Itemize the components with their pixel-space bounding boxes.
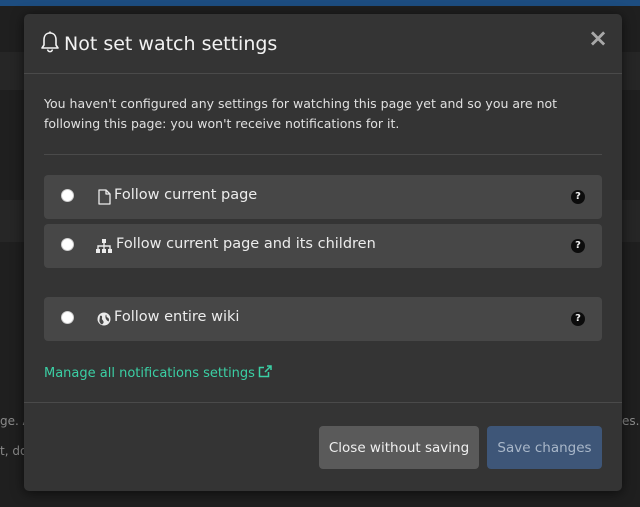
background-text: es. [622, 414, 640, 428]
manage-notifications-link[interactable]: Manage all notifications settings [44, 364, 272, 382]
close-without-saving-button[interactable]: Close without saving [319, 426, 479, 469]
modal-title-text: Not set watch settings [64, 33, 278, 55]
manage-link-label: Manage all notifications settings [44, 365, 255, 381]
modal-description: You haven't configured any settings for … [44, 96, 558, 131]
radio-follow-entire-wiki[interactable] [61, 311, 74, 324]
file-icon [96, 189, 112, 205]
bell-icon [40, 31, 60, 58]
option-follow-page-and-children[interactable]: Follow current page and its children ? [44, 224, 602, 268]
background-top-bar [0, 0, 640, 6]
external-link-icon [258, 364, 272, 382]
globe-icon [96, 311, 112, 327]
option-label: Follow current page and its children [116, 236, 376, 252]
radio-follow-current-page[interactable] [61, 189, 74, 202]
help-icon[interactable]: ? [571, 190, 585, 204]
help-icon[interactable]: ? [571, 312, 585, 326]
option-follow-current-page[interactable]: Follow current page ? [44, 175, 602, 219]
help-icon[interactable]: ? [571, 239, 585, 253]
modal-header: Not set watch settings × [24, 14, 622, 74]
radio-follow-page-and-children[interactable] [61, 238, 74, 251]
option-label: Follow entire wiki [114, 309, 240, 325]
footer-divider [24, 402, 622, 403]
sitemap-icon [96, 238, 112, 254]
modal-title: Not set watch settings [40, 31, 278, 58]
save-changes-button[interactable]: Save changes [487, 426, 602, 469]
watch-settings-modal: Not set watch settings × You haven't con… [24, 14, 622, 491]
close-button[interactable]: × [588, 24, 608, 52]
option-label: Follow current page [114, 187, 258, 203]
divider [44, 154, 602, 155]
option-follow-entire-wiki[interactable]: Follow entire wiki ? [44, 297, 602, 341]
